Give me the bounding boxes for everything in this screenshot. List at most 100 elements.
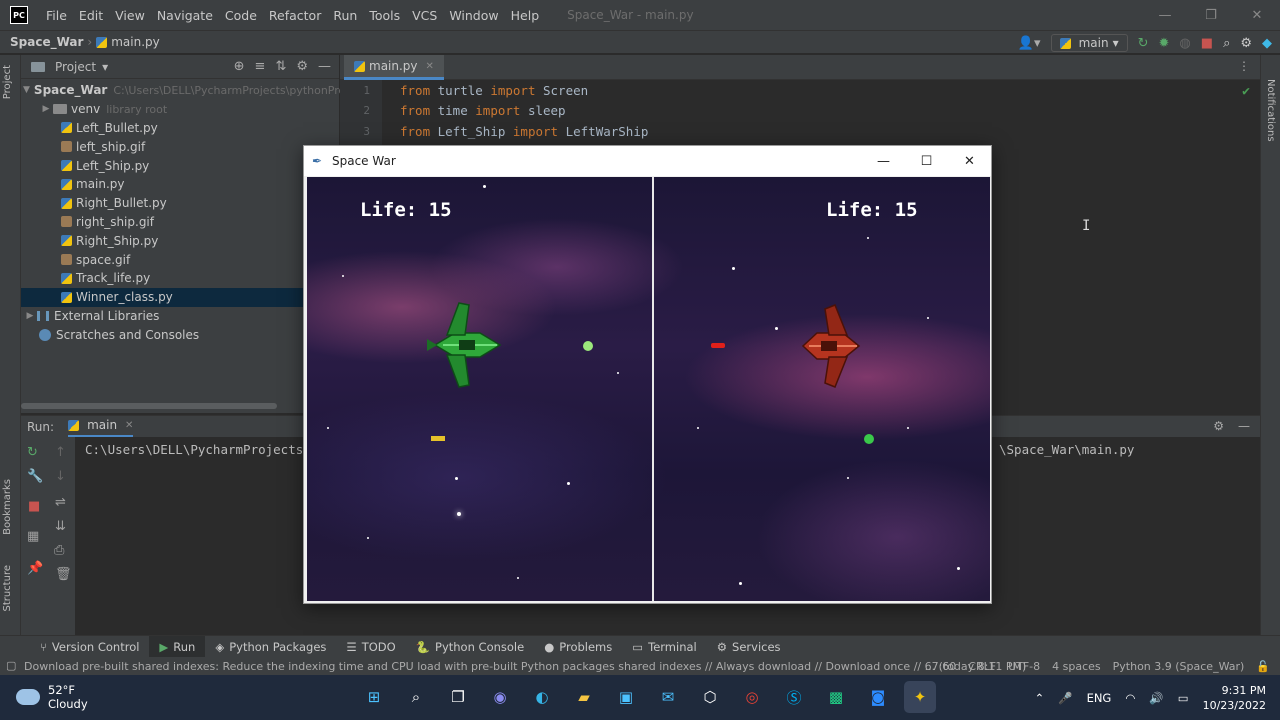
tree-item-file[interactable]: Left_Bullet.py <box>21 119 339 138</box>
battery-icon[interactable]: ▭ <box>1178 691 1189 705</box>
run-tab-main[interactable]: main ✕ <box>68 416 134 438</box>
search-icon[interactable]: ⌕ <box>400 681 432 713</box>
status-square-icon[interactable]: ▢ <box>6 659 16 672</box>
stop-icon[interactable]: ■ <box>28 499 40 514</box>
print-icon[interactable]: ⎙ <box>54 543 64 558</box>
coverage-icon[interactable]: ◍ <box>1179 36 1190 51</box>
lock-icon[interactable]: 🔓 <box>1256 660 1270 673</box>
edge-icon[interactable]: ◐ <box>526 681 558 713</box>
terminal-tool-button[interactable]: ▭ Terminal <box>622 636 706 658</box>
layout-icon[interactable]: ▦ <box>27 529 39 544</box>
expand-arrow-icon[interactable]: ▶ <box>23 311 37 321</box>
todo-tool-button[interactable]: ☰ TODO <box>336 636 405 658</box>
menu-run[interactable]: Run <box>327 8 363 23</box>
close-icon[interactable]: ✕ <box>426 61 434 72</box>
menu-vcs[interactable]: VCS <box>406 8 443 23</box>
tree-item-file[interactable]: Right_Bullet.py <box>21 194 339 213</box>
tree-item-venv[interactable]: ▶ venv library root <box>21 100 339 119</box>
trash-icon[interactable]: 🗑 <box>55 567 72 582</box>
bookmarks-tool-tab[interactable]: Bookmarks <box>2 479 13 535</box>
menu-refactor[interactable]: Refactor <box>263 8 327 23</box>
tree-item-file[interactable]: Right_Ship.py <box>21 231 339 250</box>
game-canvas[interactable]: Life: 15 Life: 15 <box>307 177 990 601</box>
windows-start-icon[interactable]: ⊞ <box>358 681 390 713</box>
chevron-up-icon[interactable]: ⌃ <box>1035 691 1045 705</box>
caret-position[interactable]: 67:60 <box>925 660 957 673</box>
tree-item-external-libraries[interactable]: ▶ External Libraries <box>21 307 339 326</box>
down-arrow-icon[interactable]: ↓ <box>55 469 66 484</box>
breadcrumb-file[interactable]: main.py <box>111 35 160 49</box>
clock[interactable]: 9:31 PM 10/23/2022 <box>1203 683 1266 713</box>
mail-icon[interactable]: ✉ <box>652 681 684 713</box>
tree-item-file[interactable]: Track_life.py <box>21 269 339 288</box>
locate-icon[interactable]: ⊕ <box>234 59 245 74</box>
menu-code[interactable]: Code <box>219 8 263 23</box>
restore-icon[interactable]: ❐ <box>1188 0 1234 30</box>
editor-tab-main[interactable]: main.py ✕ <box>344 55 444 80</box>
stop-icon[interactable]: ■ <box>1201 36 1213 51</box>
tree-item-file[interactable]: Left_Ship.py <box>21 156 339 175</box>
menu-edit[interactable]: Edit <box>73 8 109 23</box>
close-icon[interactable]: ✕ <box>1234 0 1280 30</box>
tree-item-file[interactable]: right_ship.gif <box>21 213 339 232</box>
interpreter[interactable]: Python 3.9 (Space_War) <box>1113 660 1245 673</box>
settings-icon[interactable]: ⚙ <box>1240 36 1252 51</box>
menu-navigate[interactable]: Navigate <box>151 8 219 23</box>
line-separator[interactable]: CRLF <box>968 660 996 673</box>
minimize-icon[interactable]: — <box>862 146 905 176</box>
notifications-tool-tab[interactable]: Notifications <box>1265 79 1276 142</box>
minimize-icon[interactable]: — <box>1142 0 1188 30</box>
project-panel-title[interactable]: Project <box>55 60 96 74</box>
horizontal-scrollbar[interactable] <box>21 403 277 409</box>
more-options-icon[interactable]: ⋮ <box>1238 59 1250 73</box>
wifi-icon[interactable]: ◠ <box>1125 691 1135 705</box>
skype-icon[interactable]: Ⓢ <box>778 681 810 713</box>
collapse-all-icon[interactable]: ⇅ <box>275 59 286 74</box>
tree-item-root[interactable]: ▼ Space_War C:\Users\DELL\PycharmProject… <box>21 81 348 100</box>
rerun-icon[interactable]: ↻ <box>1138 36 1149 51</box>
expand-arrow-icon[interactable]: ▶ <box>39 104 53 114</box>
task-view-icon[interactable]: ❐ <box>442 681 474 713</box>
store-icon[interactable]: ▣ <box>610 681 642 713</box>
chat-icon[interactable]: ◉ <box>484 681 516 713</box>
wrench-icon[interactable]: 🔧 <box>27 469 43 484</box>
expand-arrow-icon[interactable]: ▼ <box>23 85 30 95</box>
debug-icon[interactable]: ✹ <box>1159 36 1170 51</box>
python-console-tool-button[interactable]: 🐍 Python Console <box>406 636 535 658</box>
close-icon[interactable]: ✕ <box>125 420 133 431</box>
tree-item-file[interactable]: left_ship.gif <box>21 137 339 156</box>
user-icon[interactable]: 👤▾ <box>1018 36 1041 51</box>
close-icon[interactable]: ✕ <box>948 146 991 176</box>
up-arrow-icon[interactable]: ↑ <box>55 445 66 460</box>
tree-item-file-selected[interactable]: Winner_class.py <box>21 287 339 307</box>
microphone-icon[interactable]: 🎤 <box>1058 691 1072 705</box>
python-app-icon[interactable]: ✦ <box>904 681 936 713</box>
menu-tools[interactable]: Tools <box>363 8 406 23</box>
expand-all-icon[interactable]: ≡ <box>255 59 266 74</box>
language-indicator[interactable]: ENG <box>1087 691 1112 705</box>
run-tool-button[interactable]: ▶ Run <box>149 635 206 658</box>
maximize-icon[interactable]: ☐ <box>905 146 948 176</box>
rerun-icon[interactable]: ↻ <box>27 445 38 460</box>
problems-tool-button[interactable]: ● Problems <box>534 636 622 658</box>
services-tool-button[interactable]: ⚙ Services <box>707 636 791 658</box>
chrome-icon[interactable]: ◎ <box>736 681 768 713</box>
weather-widget[interactable]: 52°F Cloudy <box>16 683 88 711</box>
breadcrumb-project[interactable]: Space_War <box>10 35 83 49</box>
tree-item-file[interactable]: space.gif <box>21 250 339 269</box>
file-explorer-icon[interactable]: ▰ <box>568 681 600 713</box>
status-message[interactable]: Download pre-built shared indexes: Reduc… <box>24 660 1026 673</box>
file-encoding[interactable]: UTF-8 <box>1008 660 1040 673</box>
structure-tool-tab[interactable]: Structure <box>2 565 13 612</box>
menu-file[interactable]: File <box>40 8 73 23</box>
volume-icon[interactable]: 🔊 <box>1149 691 1163 705</box>
jetbrains-icon[interactable]: ◆ <box>1262 36 1272 51</box>
menu-window[interactable]: Window <box>443 8 504 23</box>
soft-wrap-icon[interactable]: ⇌ <box>55 495 66 510</box>
inspection-ok-icon[interactable]: ✔ <box>1242 84 1250 99</box>
zoom-icon[interactable]: ◙ <box>862 681 894 713</box>
menu-view[interactable]: View <box>109 8 151 23</box>
pin-icon[interactable]: 📌 <box>27 561 43 576</box>
indent-setting[interactable]: 4 spaces <box>1052 660 1101 673</box>
dev-app-icon[interactable]: ⬡ <box>694 681 726 713</box>
